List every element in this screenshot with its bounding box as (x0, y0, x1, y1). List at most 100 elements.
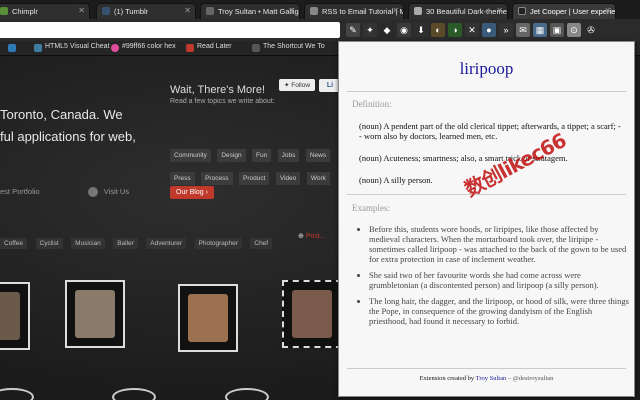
avatar (75, 290, 115, 338)
x-icon[interactable]: ✕ (465, 23, 479, 37)
topic-item[interactable]: Product (239, 172, 270, 185)
portfolio-link[interactable]: est Portfolio (0, 187, 40, 196)
divider (347, 368, 626, 369)
example-list: Before this, students wore hoods, or lir… (357, 224, 631, 332)
color-wheel-icon (111, 44, 119, 52)
extension-credit: Extension created by Troy Sultan – @dest… (419, 375, 554, 382)
team-tag[interactable]: Cyclist (35, 238, 63, 249)
section-subtitle: Read a few topics we write about: (170, 98, 275, 105)
bookmark-item[interactable]: The Shortcut We To (252, 43, 325, 52)
team-tag[interactable]: Photographer (194, 238, 242, 249)
team-photo[interactable] (178, 284, 238, 352)
extension-icon[interactable]: ◑ (448, 23, 462, 37)
hero-line: Toronto, Canada. We (0, 107, 123, 122)
close-icon[interactable]: ✕ (496, 6, 503, 15)
address-bar[interactable] (0, 22, 340, 38)
tab-title: Jet Cooper | User experience (530, 7, 616, 16)
download-icon[interactable]: ⬇ (414, 23, 428, 37)
topic-item[interactable]: Community (170, 149, 211, 162)
circle-icon[interactable]: ● (482, 23, 496, 37)
arrow-right-icon: › (205, 189, 208, 196)
tag-icon[interactable]: ◆ (380, 23, 394, 37)
credit-prefix: Extension created by (419, 375, 475, 382)
tab-title: Chimplr (12, 7, 38, 16)
rss-icon[interactable]: ◉ (397, 23, 411, 37)
examples-label: Examples: (352, 203, 390, 213)
visit-us-link[interactable]: Visit Us (104, 187, 129, 196)
pencil-icon[interactable]: ✎ (346, 23, 360, 37)
bookmark-item[interactable]: #99ff66 color hex (111, 43, 176, 52)
team-photo[interactable] (0, 282, 30, 350)
tab-rss-tutorial[interactable]: RSS to Email Tutorial | Mail ✕ (304, 3, 404, 19)
bookmark-icon (252, 44, 260, 52)
wrench-icon[interactable]: ✇ (584, 23, 598, 37)
example-item: Before this, students wore hoods, or lir… (369, 224, 631, 264)
doodle-decoration (112, 388, 156, 400)
chimplr-icon (0, 7, 8, 15)
tab-title: (1) Tumblr (114, 7, 149, 16)
tab-troy-sultan[interactable]: Troy Sultan • Matt Galligan ✕ (200, 3, 300, 19)
extension-icons: ✎ ✦ ◆ ◉ ⬇ ◐ ◑ ✕ ● » ✉ ▦ ▣ ⊙ ✇ (346, 23, 598, 37)
folder-icon[interactable]: ▦ (533, 23, 547, 37)
team-tag-list: Coffee Cyclist Musician Baller Adventure… (0, 232, 276, 250)
wordnik-icon[interactable]: ⊙ (567, 23, 581, 37)
chevron-right-icon[interactable]: » (499, 23, 513, 37)
topic-item[interactable]: Jobs (277, 149, 300, 162)
doodle-decoration (0, 388, 34, 400)
twitter-handle-link[interactable]: @destroysultan (513, 375, 554, 382)
close-icon[interactable]: ✕ (392, 6, 399, 15)
close-icon[interactable]: ✕ (604, 6, 611, 15)
example-item: She said two of her favourite words she … (369, 270, 631, 290)
topic-item[interactable]: Design (217, 149, 246, 162)
twitter-follow-button[interactable]: ✦ Follow (279, 79, 316, 91)
topic-item[interactable]: News (305, 149, 331, 162)
popup-word: liripoop (459, 59, 514, 78)
team-tag[interactable]: Adventurer (146, 238, 187, 249)
hero-line: ful applications for web, (0, 129, 136, 144)
avatar (0, 292, 20, 340)
team-tag[interactable]: Coffee (0, 238, 28, 249)
tab-tumblr[interactable]: (1) Tumblr ✕ (96, 3, 196, 19)
site-icon (206, 7, 214, 15)
tab-strip: Chimplr ✕ (1) Tumblr ✕ Troy Sultan • Mat… (0, 0, 640, 19)
site-icon (310, 7, 318, 15)
topic-item[interactable]: Work (306, 172, 330, 185)
doodle-decoration (225, 388, 269, 400)
site-icon (414, 7, 422, 15)
bookmark-label: #99ff66 color hex (122, 43, 176, 50)
topic-list: Community Design Fun Jobs News Press Pro… (170, 144, 345, 190)
extension-icon[interactable]: ◐ (431, 23, 445, 37)
bookmark-icon (34, 44, 42, 52)
bookmark-label: HTML5 Visual Cheat (45, 43, 110, 50)
evernote-icon[interactable]: ✦ (363, 23, 377, 37)
close-icon[interactable]: ✕ (78, 6, 85, 15)
divider (347, 91, 626, 92)
team-tag[interactable]: Musician (71, 238, 105, 249)
author-link[interactable]: Troy Sultan (476, 375, 507, 382)
our-blog-button[interactable]: Our Blog › (170, 186, 214, 199)
bookmark-icon (8, 44, 16, 52)
team-photo[interactable] (282, 280, 342, 348)
browser-toolbar: ✎ ✦ ◆ ◉ ⬇ ◐ ◑ ✕ ● » ✉ ▦ ▣ ⊙ ✇ (0, 19, 640, 42)
close-icon[interactable]: ✕ (288, 6, 295, 15)
topic-item[interactable]: Fun (252, 149, 272, 162)
more-posts-link[interactable]: Post... (298, 232, 326, 240)
tab-jet-cooper[interactable]: Jet Cooper | User experience ✕ (512, 3, 616, 19)
topic-item[interactable]: Video (275, 172, 301, 185)
team-tag[interactable]: Baller (113, 238, 138, 249)
gmail-icon[interactable]: ✉ (516, 23, 530, 37)
team-tag[interactable]: Chef (250, 238, 273, 249)
bookmark-item[interactable]: HTML5 Visual Cheat (34, 43, 110, 52)
bookmark-item[interactable]: Read Later (186, 43, 232, 52)
topic-item[interactable]: Press (170, 172, 195, 185)
close-icon[interactable]: ✕ (184, 6, 191, 15)
topic-item[interactable]: Process (201, 172, 233, 185)
puzzle-icon[interactable]: ▣ (550, 23, 564, 37)
tab-dark-themes[interactable]: 30 Beautiful Dark-themed ✕ (408, 3, 508, 19)
tab-chimplr[interactable]: Chimplr ✕ (0, 3, 90, 19)
example-item: The long hair, the dagger, and the lirip… (369, 296, 631, 326)
team-photo[interactable] (65, 280, 125, 348)
section-title: Wait, There's More! (170, 84, 266, 96)
site-icon (518, 7, 526, 15)
like-label: Li (326, 82, 334, 89)
